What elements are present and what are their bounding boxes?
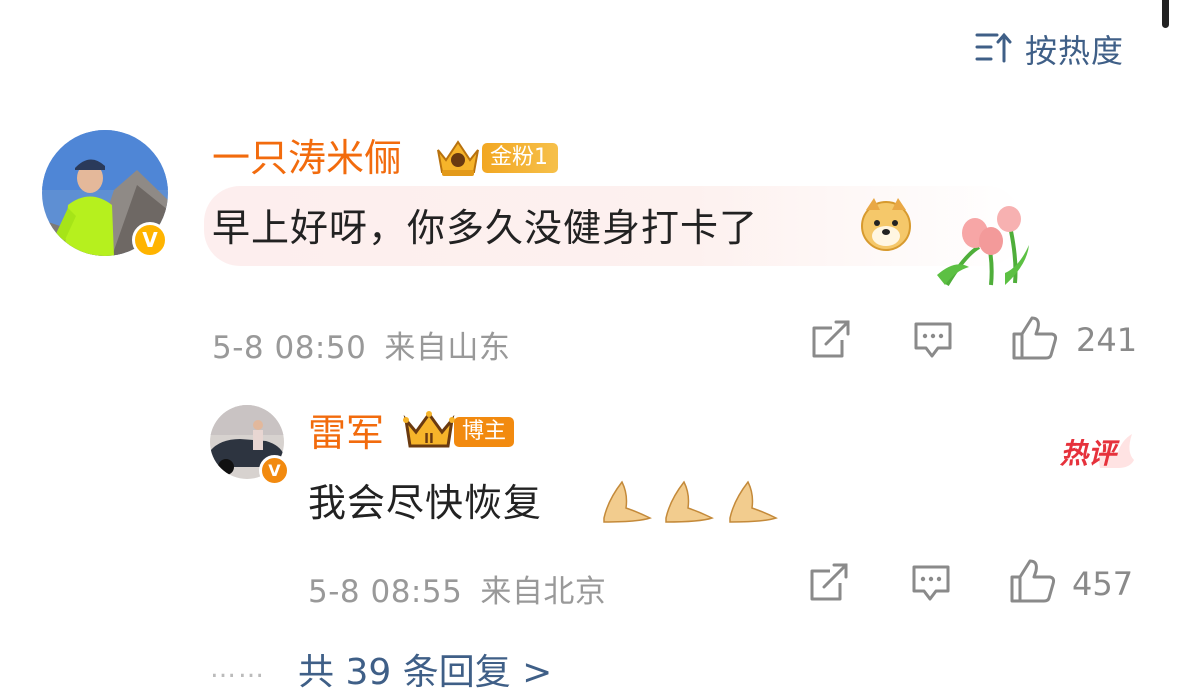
reply-text: 我会尽快恢复 xyxy=(308,481,543,525)
reply-meta: 5-8 08:55 来自北京 xyxy=(308,566,606,611)
replier-username[interactable]: 雷军 xyxy=(308,411,384,455)
comment-meta: 5-8 08:50 来自山东 xyxy=(212,322,510,367)
reply-location: 来自北京 xyxy=(480,574,607,610)
reply-time: 5-8 08:55 xyxy=(308,574,463,610)
comment-button[interactable] xyxy=(912,320,954,364)
more-replies-row: …… 共 39 条回复 > xyxy=(210,648,552,693)
scrollbar-thumb[interactable] xyxy=(1162,0,1169,28)
blogger-crown-icon: II xyxy=(402,410,456,452)
fan-crown-icon xyxy=(434,136,482,178)
sort-label: 按热度 xyxy=(1025,32,1125,70)
comment-location: 来自山东 xyxy=(384,330,511,366)
blogger-badge: 博主 xyxy=(454,417,515,447)
svg-text:II: II xyxy=(424,432,434,447)
share-icon xyxy=(810,563,848,601)
thumbs-up-icon xyxy=(1012,316,1058,360)
more-dots: …… xyxy=(210,654,266,684)
share-icon xyxy=(812,320,850,358)
view-all-replies-link[interactable]: 共 39 条回复 > xyxy=(298,643,552,695)
fan-level-badge: 金粉1 xyxy=(482,143,558,173)
comment-text: 早上好呀，你多久没健身打卡了 xyxy=(212,206,759,250)
tulip-decoration-icon xyxy=(935,205,1031,287)
thumbs-up-icon xyxy=(1010,559,1056,603)
sort-icon xyxy=(975,31,1013,67)
like-count: 241 xyxy=(1076,321,1138,359)
comment-time: 5-8 08:50 xyxy=(212,330,367,366)
reply-repost-button[interactable] xyxy=(808,563,850,607)
like-button[interactable] xyxy=(1010,314,1060,366)
verified-badge-icon: V xyxy=(132,222,168,258)
comment-icon xyxy=(912,565,950,601)
doge-emoji-icon xyxy=(858,196,914,252)
comment-icon xyxy=(914,322,952,358)
pray-hands-emoji-icons xyxy=(598,478,788,524)
reply-like-button[interactable] xyxy=(1008,557,1058,609)
repost-button[interactable] xyxy=(810,320,852,364)
hot-comment-tag: 热评 xyxy=(1060,430,1138,470)
reply-comment-button[interactable] xyxy=(910,563,952,607)
reply-like-count: 457 xyxy=(1072,565,1134,603)
sort-by-hot-button[interactable]: 按热度 xyxy=(975,28,1124,70)
commenter-username[interactable]: 一只涛米俪 xyxy=(212,136,402,180)
verified-badge-icon: V xyxy=(259,455,290,486)
